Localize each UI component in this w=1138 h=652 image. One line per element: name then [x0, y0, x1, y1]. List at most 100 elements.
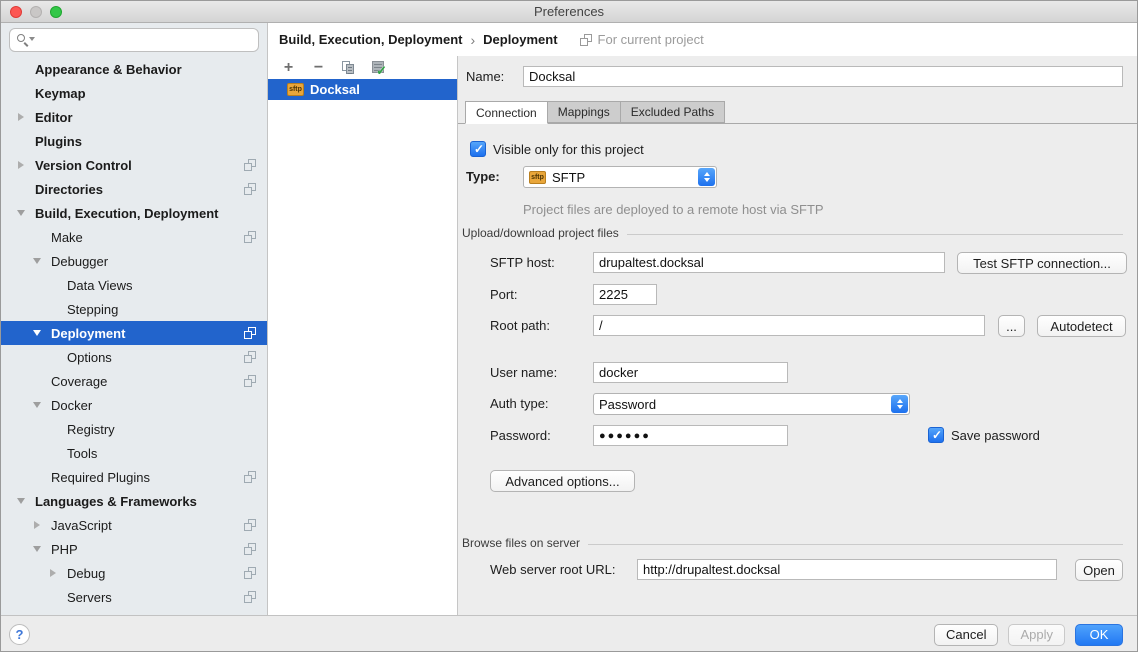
- type-help-text: Project files are deployed to a remote h…: [523, 202, 824, 217]
- chevron-right-icon[interactable]: [47, 569, 59, 577]
- chevron-down-icon[interactable]: [15, 498, 27, 504]
- sidebar-item-label: Debugger: [51, 254, 108, 269]
- sidebar-item-editor[interactable]: Editor: [1, 105, 267, 129]
- sftp-host-input[interactable]: [593, 252, 945, 273]
- auth-type-value: Password: [599, 397, 656, 412]
- sftp-host-label: SFTP host:: [490, 255, 555, 270]
- sidebar-item-servers[interactable]: Servers: [1, 585, 267, 609]
- test-sftp-connection-button[interactable]: Test SFTP connection...: [957, 252, 1127, 274]
- name-input[interactable]: [523, 66, 1123, 87]
- sidebar-item-label: Deployment: [51, 326, 125, 341]
- sidebar-item-registry[interactable]: Registry: [1, 417, 267, 441]
- minimize-button[interactable]: [30, 6, 42, 18]
- user-name-input[interactable]: [593, 362, 788, 383]
- tab-mappings[interactable]: Mappings: [548, 101, 620, 123]
- help-button[interactable]: ?: [9, 624, 30, 645]
- server-item-docksal[interactable]: sftpDocksal: [268, 79, 457, 100]
- chevron-right-icon[interactable]: [15, 161, 27, 169]
- sidebar-item-required-plugins[interactable]: Required Plugins: [1, 465, 267, 489]
- sidebar-item-label: Build, Execution, Deployment: [35, 206, 218, 221]
- sidebar-item-stepping[interactable]: Stepping: [1, 297, 267, 321]
- save-password-checkbox[interactable]: [928, 427, 944, 443]
- close-button[interactable]: [10, 6, 22, 18]
- visible-only-checkbox[interactable]: [470, 141, 486, 157]
- web-root-input[interactable]: [637, 559, 1057, 580]
- per-project-icon: [244, 519, 256, 531]
- sidebar-item-label: Appearance & Behavior: [35, 62, 182, 77]
- browse-root-path-button[interactable]: ...: [998, 315, 1025, 337]
- search-input[interactable]: [40, 30, 254, 50]
- open-button[interactable]: Open: [1075, 559, 1123, 581]
- sidebar-item-label: Coverage: [51, 374, 107, 389]
- cancel-button[interactable]: Cancel: [934, 624, 998, 646]
- tab-connection[interactable]: Connection: [465, 101, 548, 124]
- chevron-down-icon[interactable]: [15, 210, 27, 216]
- remove-icon[interactable]: −: [310, 59, 327, 76]
- sidebar-item-tools[interactable]: Tools: [1, 441, 267, 465]
- chevron-right-icon[interactable]: [31, 521, 43, 529]
- scope-label: For current project: [598, 32, 704, 47]
- chevron-down-icon[interactable]: [31, 330, 43, 336]
- save-password-label: Save password: [951, 428, 1040, 443]
- chevron-down-icon[interactable]: [31, 546, 43, 552]
- sidebar-item-label: Tools: [67, 446, 97, 461]
- sidebar-item-deployment[interactable]: Deployment: [1, 321, 267, 345]
- sidebar-item-options[interactable]: Options: [1, 345, 267, 369]
- select-stepper-icon: [698, 168, 715, 186]
- per-project-icon: [244, 351, 256, 363]
- use-as-default-icon[interactable]: ✓: [370, 59, 387, 76]
- sidebar-item-debug[interactable]: Debug: [1, 561, 267, 585]
- server-item-label: Docksal: [310, 82, 360, 97]
- sidebar-item-label: Data Views: [67, 278, 133, 293]
- autodetect-button[interactable]: Autodetect: [1037, 315, 1126, 337]
- password-input[interactable]: [593, 425, 788, 446]
- type-select[interactable]: sftp SFTP: [523, 166, 717, 188]
- chevron-down-icon[interactable]: [31, 402, 43, 408]
- sidebar-item-data-views[interactable]: Data Views: [1, 273, 267, 297]
- copy-icon[interactable]: [340, 59, 357, 76]
- sidebar-item-keymap[interactable]: Keymap: [1, 81, 267, 105]
- search-options-caret-icon: [29, 37, 35, 41]
- sidebar-item-make[interactable]: Make: [1, 225, 267, 249]
- sidebar-item-docker[interactable]: Docker: [1, 393, 267, 417]
- sidebar-item-plugins[interactable]: Plugins: [1, 129, 267, 153]
- tab-excluded-paths[interactable]: Excluded Paths: [620, 101, 725, 123]
- search-icon: [17, 34, 31, 48]
- advanced-options-button[interactable]: Advanced options...: [490, 470, 635, 492]
- ok-button[interactable]: OK: [1075, 624, 1123, 646]
- window-title: Preferences: [534, 4, 604, 19]
- per-project-icon: [244, 375, 256, 387]
- per-project-icon: [244, 591, 256, 603]
- zoom-button[interactable]: [50, 6, 62, 18]
- sidebar-item-label: Registry: [67, 422, 115, 437]
- auth-type-select[interactable]: Password: [593, 393, 910, 415]
- sidebar-item-appearance-behavior[interactable]: Appearance & Behavior: [1, 57, 267, 81]
- settings-tree: Appearance & Behavior KeymapEditorPlugins…: [1, 55, 267, 615]
- sidebar-item-label: Stepping: [67, 302, 118, 317]
- breadcrumb-parent[interactable]: Build, Execution, Deployment: [279, 32, 462, 47]
- sidebar-item-label: Options: [67, 350, 112, 365]
- chevron-down-icon[interactable]: [31, 258, 43, 264]
- sidebar-item-coverage[interactable]: Coverage: [1, 369, 267, 393]
- sidebar-item-label: Servers: [67, 590, 112, 605]
- server-list-panel: +− ✓ sftpDocksal: [268, 56, 458, 615]
- sidebar-item-php[interactable]: PHP: [1, 537, 267, 561]
- sidebar-item-label: JavaScript: [51, 518, 112, 533]
- sftp-icon: sftp: [529, 171, 546, 184]
- apply-button[interactable]: Apply: [1008, 624, 1065, 646]
- sidebar-item-debugger[interactable]: Debugger: [1, 249, 267, 273]
- sidebar-item-javascript[interactable]: JavaScript: [1, 513, 267, 537]
- sidebar-item-version-control[interactable]: Version Control: [1, 153, 267, 177]
- add-icon[interactable]: +: [280, 59, 297, 76]
- sidebar-item-build-execution-deployment[interactable]: Build, Execution, Deployment: [1, 201, 267, 225]
- search-box[interactable]: [9, 28, 259, 52]
- port-input[interactable]: [593, 284, 657, 305]
- sidebar-item-directories[interactable]: Directories: [1, 177, 267, 201]
- chevron-right-icon[interactable]: [15, 113, 27, 121]
- per-project-icon: [244, 567, 256, 579]
- sidebar-item-label: Make: [51, 230, 83, 245]
- preferences-window: Preferences Appearance & BehaviorKeymapE…: [0, 0, 1138, 652]
- root-path-input[interactable]: [593, 315, 985, 336]
- deployment-form: Name: ConnectionMappingsExcluded Paths V…: [458, 56, 1137, 615]
- sidebar-item-languages-frameworks[interactable]: Languages & Frameworks: [1, 489, 267, 513]
